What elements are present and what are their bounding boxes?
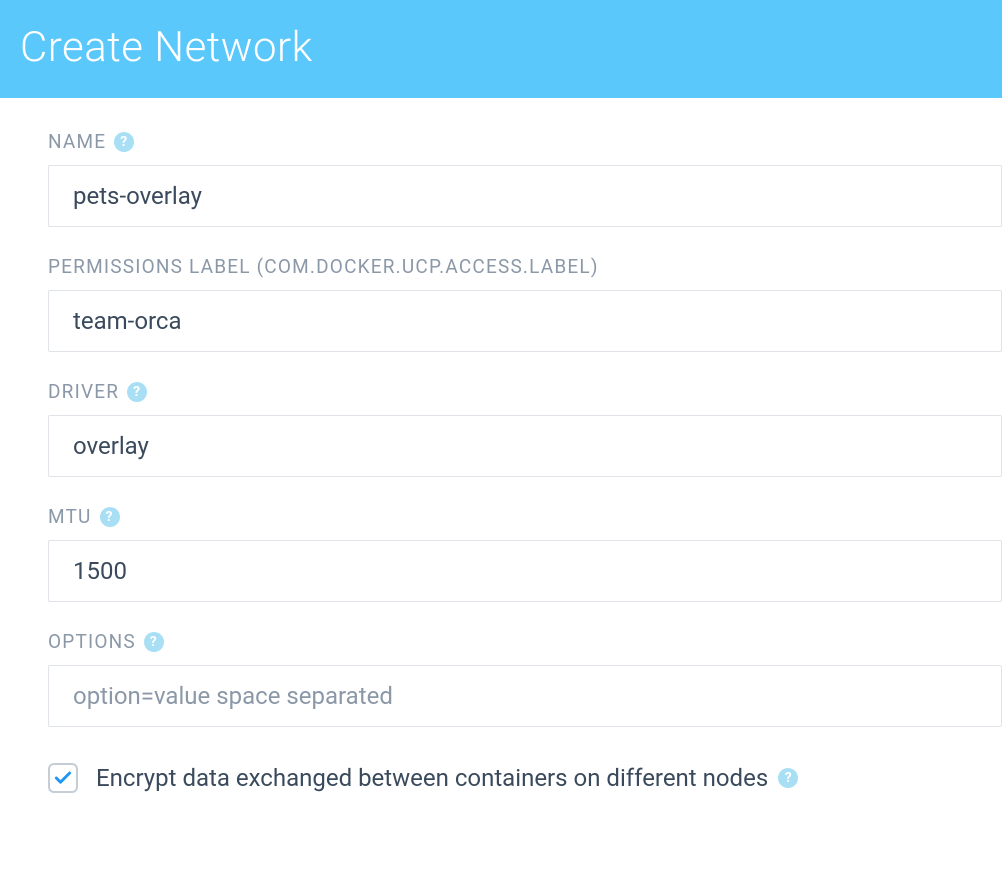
permissions-label: PERMISSIONS LABEL (COM.DOCKER.UCP.ACCESS… <box>48 255 1002 278</box>
help-icon[interactable]: ? <box>114 132 134 152</box>
encrypt-label-text: Encrypt data exchanged between container… <box>96 764 768 792</box>
create-network-form: NAME ? PERMISSIONS LABEL (COM.DOCKER.UCP… <box>0 98 1002 793</box>
help-icon[interactable]: ? <box>144 632 164 652</box>
driver-field-group: DRIVER ? <box>48 380 1002 477</box>
options-field-group: OPTIONS ? <box>48 630 1002 727</box>
page-title: Create Network <box>20 23 313 72</box>
mtu-label: MTU ? <box>48 505 1002 528</box>
mtu-input[interactable] <box>48 540 1002 602</box>
driver-input[interactable] <box>48 415 1002 477</box>
name-input[interactable] <box>48 165 1002 227</box>
encrypt-checkbox-row: Encrypt data exchanged between container… <box>48 763 1002 793</box>
name-label: NAME ? <box>48 130 1002 153</box>
driver-label-text: DRIVER <box>48 380 119 403</box>
encrypt-checkbox[interactable] <box>48 763 78 793</box>
permissions-input[interactable] <box>48 290 1002 352</box>
permissions-label-text: PERMISSIONS LABEL (COM.DOCKER.UCP.ACCESS… <box>48 255 599 278</box>
check-icon <box>53 768 73 788</box>
mtu-field-group: MTU ? <box>48 505 1002 602</box>
driver-label: DRIVER ? <box>48 380 1002 403</box>
options-label-text: OPTIONS <box>48 630 136 653</box>
permissions-field-group: PERMISSIONS LABEL (COM.DOCKER.UCP.ACCESS… <box>48 255 1002 352</box>
options-input[interactable] <box>48 665 1002 727</box>
help-icon[interactable]: ? <box>778 768 798 788</box>
help-icon[interactable]: ? <box>127 382 147 402</box>
page-header: Create Network <box>0 0 1002 98</box>
name-label-text: NAME <box>48 130 106 153</box>
options-label: OPTIONS ? <box>48 630 1002 653</box>
mtu-label-text: MTU <box>48 505 92 528</box>
encrypt-label: Encrypt data exchanged between container… <box>96 764 798 792</box>
help-icon[interactable]: ? <box>100 507 120 527</box>
name-field-group: NAME ? <box>48 130 1002 227</box>
